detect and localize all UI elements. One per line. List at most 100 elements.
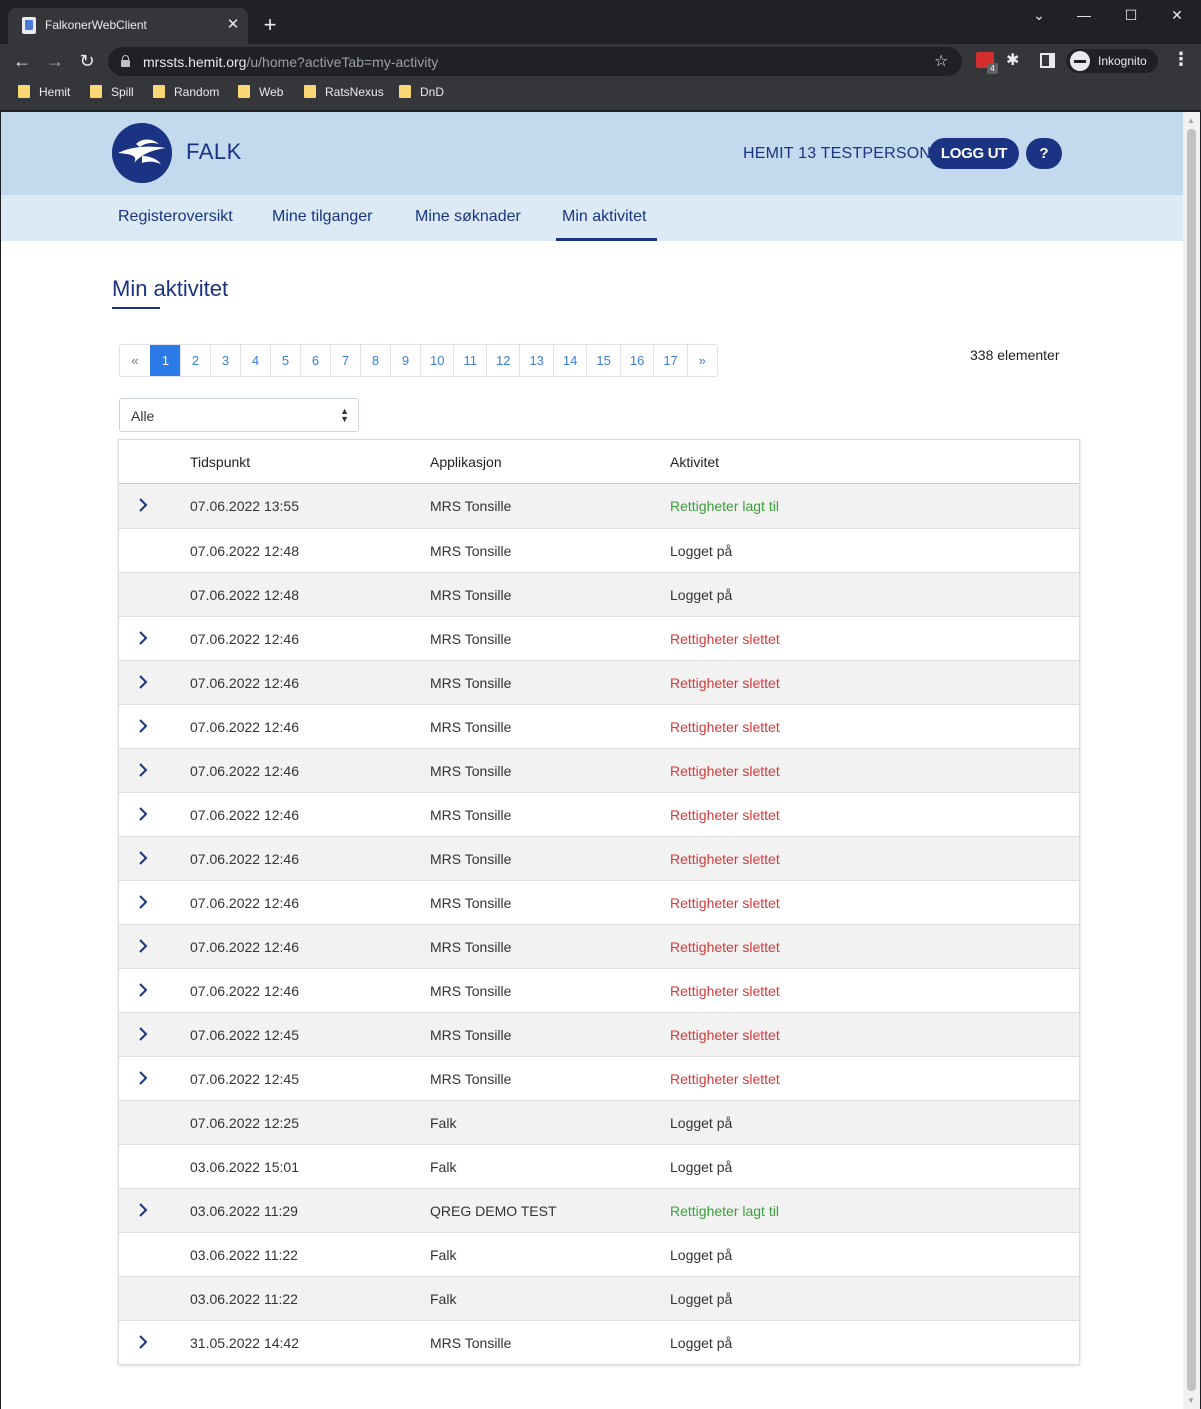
new-tab-icon[interactable]: + — [258, 13, 282, 37]
expand-chevron-icon[interactable] — [138, 763, 148, 777]
pagination-page-8[interactable]: 8 — [360, 345, 390, 376]
cell-activity: Rettigheter slettet — [670, 983, 780, 999]
address-bar[interactable]: mrssts.hemit.org/u/home?activeTab=my-act… — [108, 47, 962, 76]
pagination-page-6[interactable]: 6 — [300, 345, 330, 376]
table-row[interactable]: 07.06.2022 12:46 MRS Tonsille Rettigheter … — [119, 792, 1079, 836]
pagination-prev[interactable]: « — [120, 345, 150, 376]
expand-chevron-icon[interactable] — [138, 498, 148, 512]
scroll-up-icon[interactable]: ▲ — [1187, 116, 1195, 125]
table-row[interactable]: 07.06.2022 12:46 MRS Tonsille Rettigheter … — [119, 616, 1079, 660]
pagination-page-12[interactable]: 12 — [485, 345, 519, 376]
cell-activity: Logget på — [670, 1115, 733, 1131]
pagination-page-9[interactable]: 9 — [390, 345, 420, 376]
cell-application: Falk — [430, 1291, 457, 1307]
expand-chevron-icon[interactable] — [138, 851, 148, 865]
table-row[interactable]: 07.06.2022 12:46 MRS Tonsille Rettigheter … — [119, 968, 1079, 1012]
activity-filter-select[interactable]: Alle ▲ ▼ — [119, 398, 359, 432]
cell-time: 07.06.2022 12:46 — [190, 631, 299, 647]
table-row[interactable]: 03.06.2022 11:29 QREG DEMO TEST Rettighete… — [119, 1188, 1079, 1232]
nav-min-aktivitet[interactable]: Min aktivitet — [562, 208, 646, 226]
reload-icon[interactable]: ↻ — [75, 49, 99, 73]
scrollbar-thumb[interactable] — [1187, 129, 1196, 1391]
pagination-page-15[interactable]: 15 — [586, 345, 619, 376]
logout-button[interactable]: LOGG UT — [929, 138, 1019, 169]
table-row[interactable]: 07.06.2022 12:46 MRS Tonsille Rettigheter … — [119, 924, 1079, 968]
expand-chevron-icon[interactable] — [138, 719, 148, 733]
expand-chevron-icon[interactable] — [138, 1203, 148, 1217]
page-title: Min aktivitet — [112, 276, 229, 301]
falk-logo[interactable] — [112, 123, 172, 183]
scroll-down-icon[interactable]: ▼ — [1187, 1396, 1195, 1405]
pagination-page-17[interactable]: 17 — [653, 345, 686, 376]
bookmark-hemit[interactable]: Hemit — [18, 85, 70, 103]
cell-activity: Logget på — [670, 1159, 733, 1175]
pagination-page-4[interactable]: 4 — [240, 345, 270, 376]
table-row[interactable]: 07.06.2022 12:46 MRS Tonsille Rettigheter … — [119, 660, 1079, 704]
help-button[interactable]: ? — [1026, 138, 1062, 169]
browser-tab[interactable]: FalkonerWebClient ✕ — [8, 8, 248, 44]
table-row[interactable]: 07.06.2022 12:46 MRS Tonsille Rettigheter … — [119, 836, 1079, 880]
expand-chevron-icon[interactable] — [138, 1335, 148, 1349]
minimize-icon[interactable]: — — [1071, 4, 1097, 26]
pagination-page-2[interactable]: 2 — [180, 345, 210, 376]
forward-icon[interactable]: → — [43, 49, 67, 73]
cell-application: MRS Tonsille — [430, 1027, 512, 1043]
bookmark-ratsnexus[interactable]: RatsNexus — [304, 85, 384, 103]
pagination-page-16[interactable]: 16 — [619, 345, 653, 376]
table-row[interactable]: 31.05.2022 14:42 MRS Tonsille Logget på — [119, 1320, 1079, 1364]
pagination-page-13[interactable]: 13 — [519, 345, 552, 376]
cell-time: 07.06.2022 12:46 — [190, 983, 299, 999]
bookmark-spill[interactable]: Spill — [90, 85, 134, 103]
table-row[interactable]: 07.06.2022 13:55 MRS Tonsille Rettigheter … — [119, 484, 1079, 528]
expand-chevron-icon[interactable] — [138, 675, 148, 689]
tab-search-chevron-icon[interactable]: ⌄ — [1026, 4, 1052, 26]
table-row[interactable]: 07.06.2022 12:46 MRS Tonsille Rettigheter … — [119, 880, 1079, 924]
side-panel-icon[interactable] — [1040, 53, 1055, 68]
extension-icon[interactable]: 4 — [976, 52, 998, 74]
table-row[interactable]: 07.06.2022 12:45 MRS Tonsille Rettigheter … — [119, 1056, 1079, 1100]
column-header-time[interactable]: Tidspunkt — [190, 454, 250, 470]
expand-chevron-icon[interactable] — [138, 631, 148, 645]
page-scrollbar[interactable]: ▲ ▼ — [1183, 112, 1200, 1409]
bookmark-random[interactable]: Random — [153, 85, 219, 103]
table-row[interactable]: 07.06.2022 12:46 MRS Tonsille Rettigheter … — [119, 748, 1079, 792]
table-row[interactable]: 07.06.2022 12:46 MRS Tonsille Rettigheter … — [119, 704, 1079, 748]
extensions-puzzle-icon[interactable]: ✱ — [1006, 50, 1019, 70]
pagination-page-11[interactable]: 11 — [453, 345, 486, 376]
close-window-icon[interactable]: ✕ — [1164, 4, 1190, 26]
cell-application: MRS Tonsille — [430, 1071, 512, 1087]
cell-time: 03.06.2022 15:01 — [190, 1159, 299, 1175]
expand-chevron-icon[interactable] — [138, 807, 148, 821]
close-tab-icon[interactable]: ✕ — [223, 15, 243, 35]
column-header-app[interactable]: Applikasjon — [430, 454, 502, 470]
expand-chevron-icon[interactable] — [138, 983, 148, 997]
column-header-activity[interactable]: Aktivitet — [670, 454, 719, 470]
browser-menu-icon[interactable]: ⋮ — [1172, 49, 1190, 70]
pagination-page-14[interactable]: 14 — [552, 345, 586, 376]
expand-chevron-icon[interactable] — [138, 895, 148, 909]
pagination-page-10[interactable]: 10 — [420, 345, 453, 376]
back-icon[interactable]: ← — [10, 49, 34, 73]
cell-application: MRS Tonsille — [430, 587, 512, 603]
expand-chevron-icon[interactable] — [138, 939, 148, 953]
cell-application: MRS Tonsille — [430, 631, 512, 647]
expand-chevron-icon[interactable] — [138, 1027, 148, 1041]
bookmark-dnd[interactable]: DnD — [399, 85, 444, 103]
incognito-profile-button[interactable]: Inkognito — [1066, 49, 1158, 73]
pagination-page-5[interactable]: 5 — [270, 345, 300, 376]
cell-time: 07.06.2022 12:46 — [190, 675, 299, 691]
expand-chevron-icon[interactable] — [138, 1071, 148, 1085]
pagination-next[interactable]: » — [686, 345, 717, 376]
nav-mine-soknader[interactable]: Mine søknader — [415, 208, 521, 226]
nav-mine-tilganger[interactable]: Mine tilganger — [272, 208, 373, 226]
table-row[interactable]: 07.06.2022 12:45 MRS Tonsille Rettigheter … — [119, 1012, 1079, 1056]
bookmark-web[interactable]: Web — [238, 85, 283, 103]
pagination-page-3[interactable]: 3 — [210, 345, 240, 376]
pagination-page-7[interactable]: 7 — [330, 345, 360, 376]
bookmark-star-icon[interactable]: ☆ — [934, 51, 948, 71]
page-viewport: FALK HEMIT 13 TESTPERSON LOGG UT ? Regis… — [1, 112, 1183, 1409]
nav-registeroversikt[interactable]: Registeroversikt — [118, 208, 233, 226]
pagination-page-1[interactable]: 1 — [150, 345, 180, 376]
maximize-icon[interactable]: ☐ — [1118, 4, 1144, 26]
cell-application: MRS Tonsille — [430, 543, 512, 559]
